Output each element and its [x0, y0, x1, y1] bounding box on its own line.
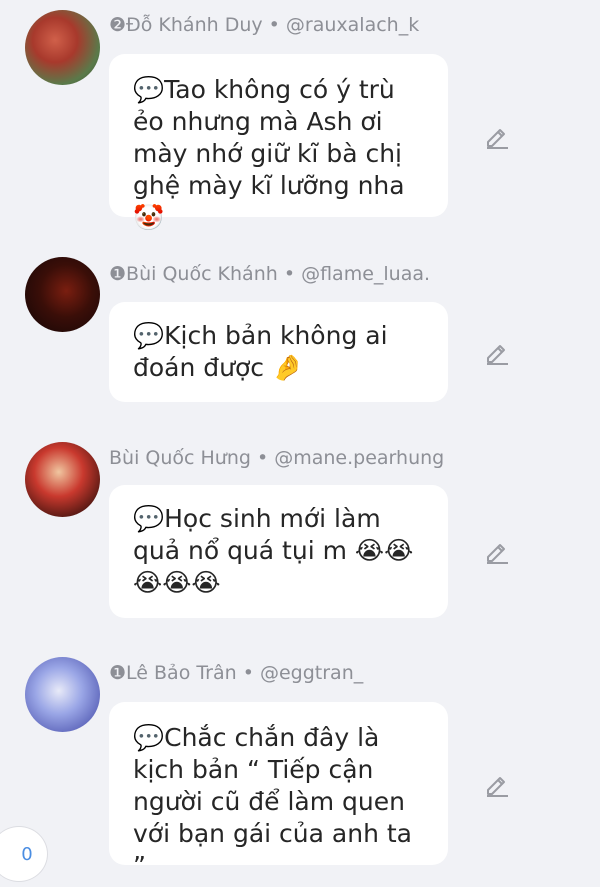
avatar[interactable]: [25, 657, 100, 732]
author-name[interactable]: Bùi Quốc Khánh: [126, 263, 278, 285]
separator-dot: •: [277, 263, 302, 285]
author-handle[interactable]: @mane.pearhung: [274, 447, 444, 469]
reply-count-button[interactable]: 0: [0, 826, 48, 882]
avatar[interactable]: [25, 10, 100, 85]
comment-author-line: Bùi Quốc Hưng • @mane.pearhung: [109, 447, 444, 469]
author-handle[interactable]: @rauxalach_k: [286, 14, 419, 36]
pencil-icon[interactable]: [483, 338, 511, 366]
pencil-icon[interactable]: [483, 122, 511, 150]
author-name[interactable]: Lê Bảo Trân: [126, 662, 237, 684]
pencil-icon[interactable]: [483, 770, 511, 798]
author-handle[interactable]: @flame_luaa.: [301, 263, 430, 285]
comment-text: 💬Học sinh mới làm quả nổ quá tụi m 😭😭 😭😭…: [133, 504, 414, 597]
rank-badge: ❷: [109, 14, 127, 36]
reply-count-label: 0: [21, 843, 33, 865]
author-name[interactable]: Bùi Quốc Hưng: [109, 447, 251, 469]
avatar[interactable]: [25, 257, 100, 332]
comment-text: 💬Tao không có ý trù ẻo nhưng mà Ash ơi m…: [133, 75, 405, 232]
comment-bubble: 💬Học sinh mới làm quả nổ quá tụi m 😭😭 😭😭…: [109, 485, 448, 618]
author-handle[interactable]: @eggtran_: [260, 662, 363, 684]
avatar[interactable]: [25, 442, 100, 517]
rank-badge: ❶: [109, 662, 127, 684]
comment-bubble: 💬Kịch bản không ai đoán được 🤌: [109, 302, 448, 402]
comment-bubble: 💬Tao không có ý trù ẻo nhưng mà Ash ơi m…: [109, 54, 448, 232]
pencil-icon[interactable]: [483, 537, 511, 565]
comment-author-line: ❷Đỗ Khánh Duy • @rauxalach_k: [109, 14, 419, 36]
comment-author-line: ❶Bùi Quốc Khánh • @flame_luaa.: [109, 263, 430, 285]
comment-text: 💬Kịch bản không ai đoán được 🤌: [133, 321, 388, 382]
comment-author-line: ❶Lê Bảo Trân • @eggtran_: [109, 662, 363, 684]
comment-bubble: 💬Chắc chắn đây là kịch bản “ Tiếp cận ng…: [109, 702, 448, 880]
separator-dot: •: [262, 14, 286, 36]
rank-badge: ❶: [109, 263, 127, 285]
separator-dot: •: [250, 447, 275, 469]
comment-text: 💬Chắc chắn đây là kịch bản “ Tiếp cận ng…: [133, 723, 412, 880]
separator-dot: •: [236, 662, 260, 684]
author-name[interactable]: Đỗ Khánh Duy: [126, 14, 263, 36]
